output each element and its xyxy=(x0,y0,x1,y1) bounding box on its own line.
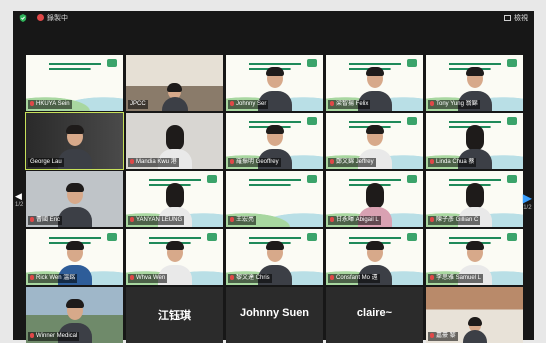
security-shield-icon[interactable] xyxy=(19,14,27,22)
muted-mic-icon xyxy=(230,217,234,222)
muted-mic-icon xyxy=(330,275,334,280)
participant-name: 黎文達 Chris xyxy=(228,274,272,283)
video-tile-camera-off[interactable]: 江钰琪 xyxy=(126,287,223,343)
muted-mic-icon xyxy=(430,217,434,222)
muted-mic-icon xyxy=(30,333,34,338)
video-tile[interactable]: YANYAN LEUNG xyxy=(126,171,223,227)
grid-view-icon xyxy=(504,15,511,21)
video-tile[interactable]: HKUYA Sein xyxy=(26,55,123,111)
video-tile[interactable]: 鄭文錦 Jeffrey xyxy=(326,113,423,169)
participant-name: 陳子彥 Gillian C xyxy=(428,216,481,225)
top-bar: 錄製中 檢視 xyxy=(13,11,534,25)
participant-name: 王宏亮 xyxy=(228,216,257,225)
muted-mic-icon xyxy=(230,275,234,280)
video-tile[interactable]: 陳子彥 Gillian C xyxy=(426,171,523,227)
participant-display-name: Johnny Suen xyxy=(239,307,310,319)
participant-name: George Lau xyxy=(28,158,64,167)
participant-name: HKUYA Sein xyxy=(28,100,72,109)
participant-name: Linda Chua 蔡 xyxy=(428,158,477,167)
video-tile[interactable]: 王宏亮 xyxy=(226,171,323,227)
muted-mic-icon xyxy=(430,275,434,280)
page-indicator-left: 1/2 xyxy=(15,202,24,208)
chevron-right-icon: ▶ xyxy=(522,191,532,205)
video-tile[interactable]: 曹國 Eric xyxy=(26,171,123,227)
participant-name: Consfant Mo 遠 xyxy=(328,274,380,283)
muted-mic-icon xyxy=(130,275,134,280)
muted-mic-icon xyxy=(330,159,334,164)
video-tile[interactable]: Whva Wen xyxy=(126,229,223,285)
video-tile[interactable]: Linda Chua 蔡 xyxy=(426,113,523,169)
next-page-button[interactable]: ▶ 1/2 xyxy=(523,191,532,211)
muted-mic-icon xyxy=(330,217,334,222)
participant-name: 鄭文錦 Jeffrey xyxy=(328,158,376,167)
view-button[interactable]: 檢視 xyxy=(504,13,528,23)
muted-mic-icon xyxy=(430,333,434,338)
participant-name: 梁智揚 Felix xyxy=(328,100,371,109)
video-tile[interactable]: 羅振明 Geoffrey xyxy=(226,113,323,169)
muted-mic-icon xyxy=(130,159,134,164)
participant-display-name: claire~ xyxy=(356,307,393,319)
video-tile[interactable]: 梁智揚 Felix xyxy=(326,55,423,111)
video-tile[interactable]: 李思雅 Samuel L xyxy=(426,229,523,285)
video-tile[interactable]: Tony Yung 翁錦 xyxy=(426,55,523,111)
participant-name: 曹國 Eric xyxy=(28,216,63,225)
video-tile[interactable]: 嘉豪 黎 xyxy=(426,287,523,343)
page-indicator-right: 1/2 xyxy=(523,205,532,211)
video-tile[interactable]: 黎文達 Chris xyxy=(226,229,323,285)
participant-name: YANYAN LEUNG xyxy=(128,216,185,225)
participant-name: Whva Wen xyxy=(128,274,168,283)
participant-name: Mandia Kwu 港 xyxy=(128,158,179,167)
muted-mic-icon xyxy=(330,101,334,106)
previous-page-button[interactable]: ◀ 1/2 xyxy=(15,191,23,208)
view-button-label: 檢視 xyxy=(514,15,528,22)
muted-mic-icon xyxy=(30,101,34,106)
video-tile[interactable]: Mandia Kwu 港 xyxy=(126,113,223,169)
video-tile-camera-off[interactable]: claire~ xyxy=(326,287,423,343)
participant-display-name: 江钰琪 xyxy=(158,310,191,322)
participant-name: Johnny Ser xyxy=(228,100,269,109)
recording-icon xyxy=(37,14,44,21)
muted-mic-icon xyxy=(30,217,34,222)
participant-name: 甘永暉 Abigail L xyxy=(328,216,381,225)
video-tile[interactable]: 甘永暉 Abigail L xyxy=(326,171,423,227)
participant-name: JPCC xyxy=(128,100,148,109)
participant-name: 羅振明 Geoffrey xyxy=(228,158,281,167)
video-tile-active-speaker[interactable]: George Lau xyxy=(25,112,124,170)
participant-name: 李思雅 Samuel L xyxy=(428,274,484,283)
muted-mic-icon xyxy=(430,101,434,106)
video-tile-camera-off[interactable]: Johnny Suen xyxy=(226,287,323,343)
participant-name: Tony Yung 翁錦 xyxy=(428,100,480,109)
muted-mic-icon xyxy=(230,101,234,106)
video-tile[interactable]: Rick Wen 溫銘 xyxy=(26,229,123,285)
muted-mic-icon xyxy=(130,217,134,222)
video-tile[interactable]: JPCC xyxy=(126,55,223,111)
meeting-window: 錄製中 檢視 HKUYA Sein JPCC Johnny Ser 梁智揚 Fe… xyxy=(13,11,534,343)
video-tile[interactable]: Johnny Ser xyxy=(226,55,323,111)
muted-mic-icon xyxy=(430,159,434,164)
chevron-left-icon: ◀ xyxy=(15,191,22,201)
muted-mic-icon xyxy=(30,275,34,280)
video-tile[interactable]: Consfant Mo 遠 xyxy=(326,229,423,285)
participant-name: Rick Wen 溫銘 xyxy=(28,274,78,283)
recording-status: 錄製中 xyxy=(47,15,68,22)
muted-mic-icon xyxy=(230,159,234,164)
video-tile[interactable]: Winner Medical xyxy=(26,287,123,343)
